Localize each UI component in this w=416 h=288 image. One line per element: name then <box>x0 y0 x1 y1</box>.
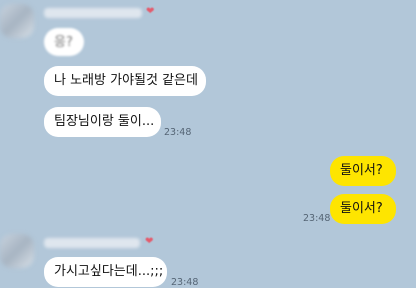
incoming-message-bubble[interactable]: 가시고싶다는데...;;; <box>44 257 167 287</box>
heart-icon: ❤ <box>145 236 154 247</box>
friend-avatar[interactable] <box>0 4 34 38</box>
message-timestamp: 23:48 <box>303 213 331 224</box>
friend-name-blurred <box>44 8 142 18</box>
message-timestamp: 23:48 <box>164 127 192 138</box>
incoming-message-bubble[interactable]: 나 노래방 가야될것 같은데 <box>44 66 206 96</box>
outgoing-message-bubble[interactable]: 둘이서? <box>330 194 396 224</box>
message-text: 팀장님이랑 둘이... <box>54 114 155 129</box>
message-text: 둘이서? <box>340 201 383 216</box>
incoming-message-bubble[interactable]: 응? <box>44 28 84 56</box>
outgoing-message-bubble[interactable]: 둘이서? <box>330 156 396 186</box>
message-text: 응? <box>54 35 73 50</box>
friend-avatar[interactable] <box>0 234 34 268</box>
friend-name-blurred <box>44 238 140 248</box>
message-text: 둘이서? <box>340 163 383 178</box>
incoming-message-bubble[interactable]: 팀장님이랑 둘이... <box>44 107 161 137</box>
message-text: 가시고싶다는데...;;; <box>54 264 164 279</box>
message-text: 나 노래방 가야될것 같은데 <box>54 73 198 88</box>
heart-icon: ❤ <box>146 6 155 17</box>
message-timestamp: 23:48 <box>171 277 199 288</box>
